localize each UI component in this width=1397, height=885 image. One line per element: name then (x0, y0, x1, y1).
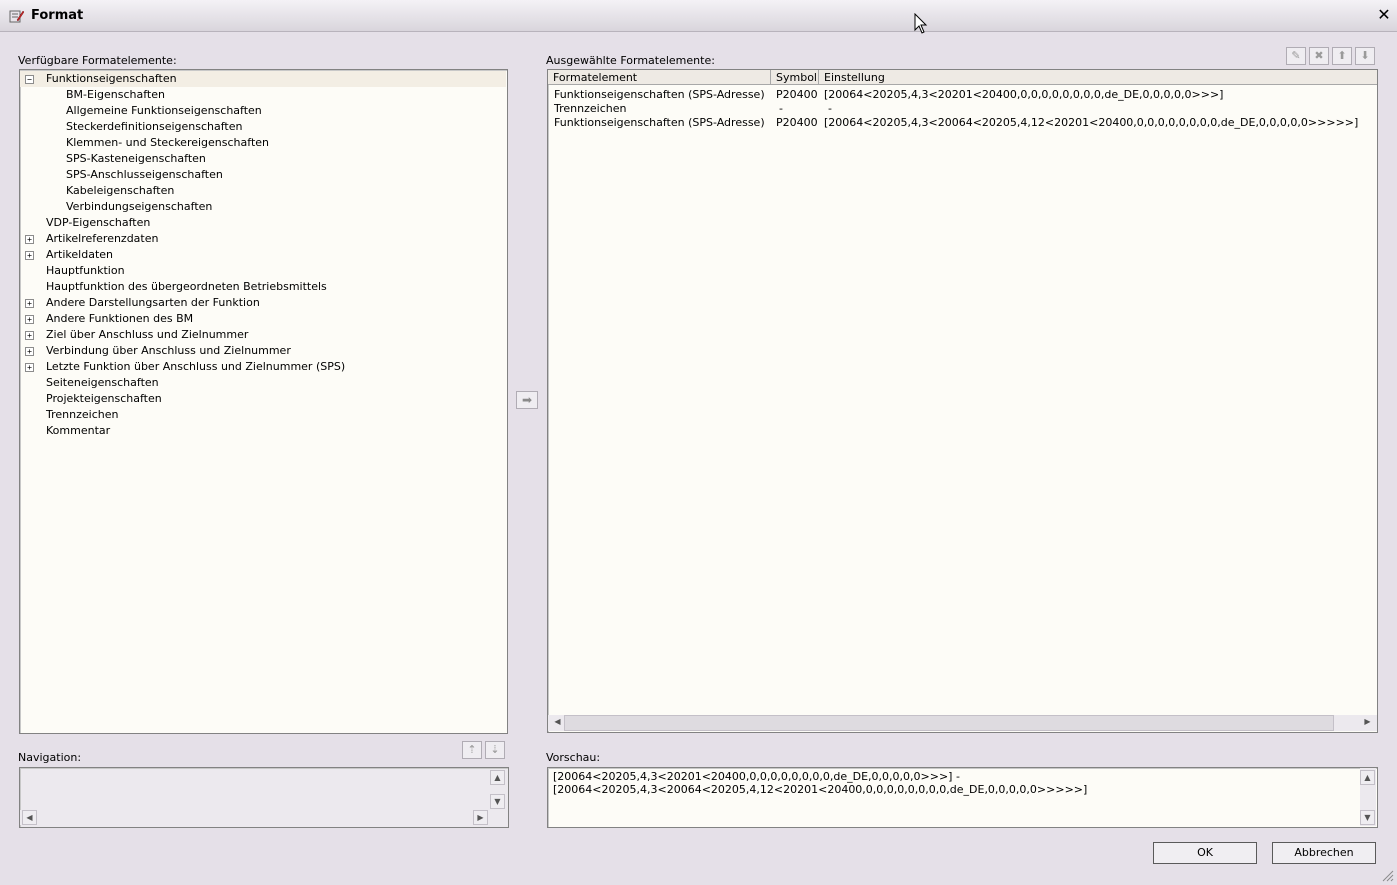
preview-label: Vorschau: (546, 751, 601, 764)
tree-item-label: Kommentar (46, 424, 111, 437)
nav-scroll-right-icon[interactable]: ▶ (473, 810, 488, 825)
column-header-symbol[interactable]: Symbol (771, 70, 819, 85)
column-header-einstellung[interactable]: Einstellung (819, 70, 1377, 85)
cancel-button[interactable]: Abbrechen (1272, 842, 1376, 864)
preview-line-1: [20064<20205,4,3<20201<20400,0,0,0,0,0,0… (553, 770, 960, 783)
resize-grip-icon[interactable] (1380, 868, 1394, 882)
available-elements-tree[interactable]: − Funktionseigenschaften BM-Eigenschaften A… (19, 69, 508, 734)
tree-item-label: VDP-Eigenschaften (46, 216, 151, 229)
table-cell-element[interactable]: Funktionseigenschaften (SPS-Adresse) (554, 116, 765, 130)
collapse-icon[interactable]: − (25, 75, 34, 84)
tree-item-label: Trennzeichen (46, 408, 119, 421)
table-cell-symbol[interactable]: - (779, 102, 783, 116)
close-icon[interactable]: ✕ (1376, 7, 1392, 23)
table-scroll-thumb[interactable] (564, 715, 1334, 731)
tree-item-label: Seiteneigenschaften (46, 376, 159, 389)
table-cell-symbol[interactable]: P20400 (776, 116, 818, 130)
move-up-icon[interactable]: ⬆ (1332, 47, 1352, 65)
tree-item-label: Ziel über Anschluss und Zielnummer (46, 328, 249, 341)
title-bar[interactable]: Format ✕ (0, 0, 1397, 32)
tree-item-label: Artikeldaten (46, 248, 113, 261)
table-scroll-left-icon[interactable]: ◀ (550, 715, 565, 730)
edit-icon[interactable]: ✎ (1286, 47, 1306, 65)
expand-icon[interactable]: + (25, 363, 34, 372)
selected-elements-table[interactable]: Formatelement Symbol Einstellung Funktio… (547, 69, 1378, 733)
expand-icon[interactable]: + (25, 331, 34, 340)
ok-button[interactable]: OK (1153, 842, 1257, 864)
table-scroll-right-icon[interactable]: ▶ (1360, 715, 1375, 730)
preview-text: [20064<20205,4,3<20201<20400,0,0,0,0,0,0… (553, 770, 1087, 796)
nav-scroll-left-icon[interactable]: ◀ (22, 810, 37, 825)
delete-icon[interactable]: ✖ (1309, 47, 1329, 65)
navigation-label: Navigation: (18, 751, 82, 764)
tree-item-label: Allgemeine Funktionseigenschaften (66, 104, 262, 117)
tree-item-label: Artikelreferenzdaten (46, 232, 159, 245)
expand-icon[interactable]: + (25, 251, 34, 260)
selected-elements-label: Ausgewählte Formatelemente: (546, 54, 715, 67)
expand-icon[interactable]: + (25, 347, 34, 356)
tree-item-label: Hauptfunktion (46, 264, 125, 277)
table-cell-setting[interactable]: [20064<20205,4,3<20201<20400,0,0,0,0,0,0… (824, 88, 1223, 102)
nav-scroll-up-icon[interactable]: ▲ (490, 770, 505, 785)
tree-item-label: Kabeleigenschaften (66, 184, 175, 197)
tree-item-label: Verbindungseigenschaften (66, 200, 213, 213)
navigation-box[interactable]: ▲ ▼ ◀ ▶ (19, 767, 509, 828)
add-element-button[interactable]: ➡ (516, 391, 538, 409)
column-header-formatelement[interactable]: Formatelement (548, 70, 771, 85)
tree-item-label: Steckerdefinitionseigenschaften (66, 120, 243, 133)
move-down-icon[interactable]: ⬇ (1355, 47, 1375, 65)
tree-item-label: SPS-Kasteneigenschaften (66, 152, 206, 165)
mouse-cursor-icon (914, 13, 928, 34)
expand-icon[interactable]: + (25, 235, 34, 244)
table-cell-element[interactable]: Funktionseigenschaften (SPS-Adresse) (554, 88, 765, 102)
table-cell-symbol[interactable]: P20400 (776, 88, 818, 102)
table-cell-element[interactable]: Trennzeichen (554, 102, 626, 116)
tree-item-label: Verbindung über Anschluss und Zielnummer (46, 344, 291, 357)
tree-item-label: Funktionseigenschaften (46, 72, 177, 85)
preview-box[interactable]: [20064<20205,4,3<20201<20400,0,0,0,0,0,0… (547, 767, 1378, 828)
preview-line-2: [20064<20205,4,3<20064<20205,4,12<20201<… (553, 783, 1088, 796)
navigate-up-icon[interactable]: ⇡ (462, 741, 482, 759)
tree-item-label: Projekteigenschaften (46, 392, 162, 405)
preview-scroll-down-icon[interactable]: ▼ (1360, 810, 1375, 825)
tree-item-label: Letzte Funktion über Anschluss und Zieln… (46, 360, 346, 373)
preview-scroll-up-icon[interactable]: ▲ (1360, 770, 1375, 785)
app-icon (9, 10, 24, 23)
table-hscrollbar[interactable]: ◀ ▶ (548, 715, 1377, 731)
available-elements-label: Verfügbare Formatelemente: (18, 54, 177, 67)
tree-item[interactable]: − Funktionseigenschaften (20, 71, 506, 87)
arrow-right-icon: ➡ (521, 393, 533, 407)
expand-icon[interactable]: + (25, 315, 34, 324)
tree-item-label: Klemmen- und Steckereigenschaften (66, 136, 270, 149)
table-cell-setting[interactable]: - (828, 102, 832, 116)
tree-item-label: BM-Eigenschaften (66, 88, 165, 101)
preview-vscrollbar[interactable]: ▲ ▼ (1360, 768, 1376, 826)
nav-scroll-down-icon[interactable]: ▼ (490, 794, 505, 809)
nav-hscrollbar[interactable]: ◀ ▶ (20, 810, 490, 825)
tree-item-label: Andere Darstellungsarten der Funktion (46, 296, 260, 309)
table-cell-setting[interactable]: [20064<20205,4,3<20064<20205,4,12<20201<… (824, 116, 1358, 130)
tree-item-label: Andere Funktionen des BM (46, 312, 194, 325)
tree-item-label: Hauptfunktion des übergeordneten Betrieb… (46, 280, 327, 293)
expand-icon[interactable]: + (25, 299, 34, 308)
navigate-down-icon[interactable]: ⇣ (485, 741, 505, 759)
window-title: Format (31, 8, 84, 23)
tree-item-label: SPS-Anschlusseigenschaften (66, 168, 223, 181)
